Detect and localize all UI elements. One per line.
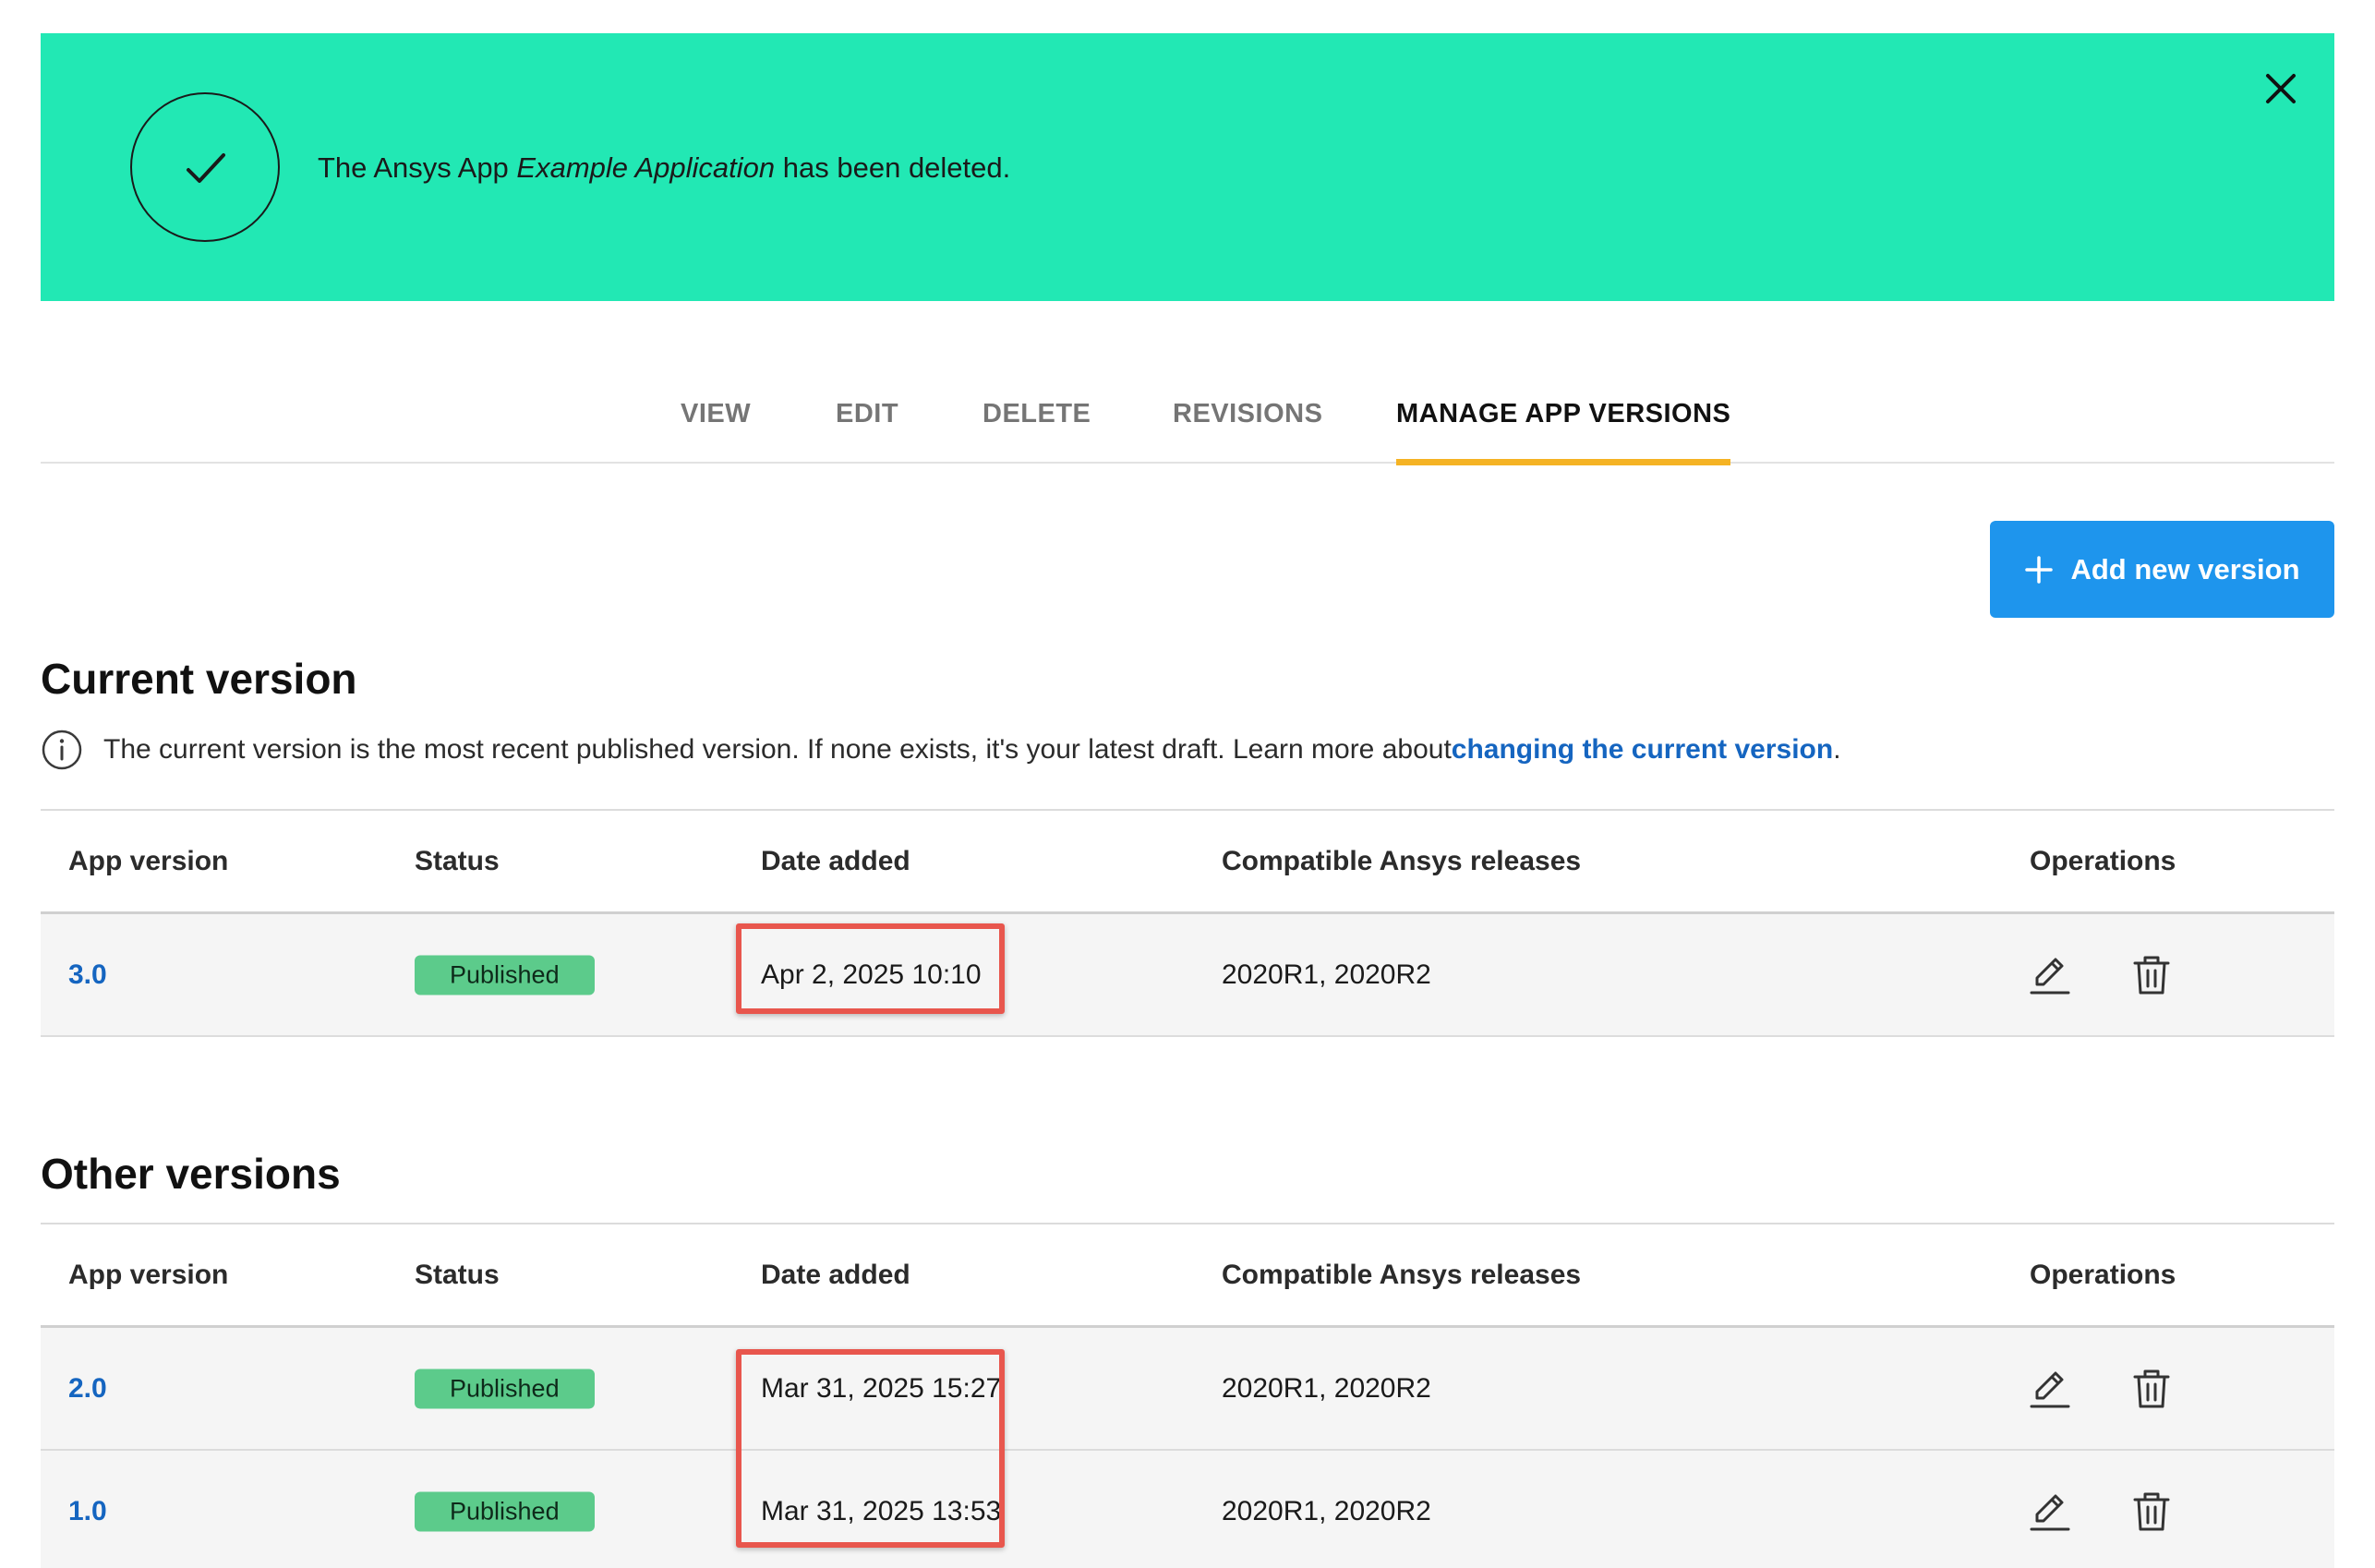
banner-message: The Ansys App Example Application has be… [318,151,1010,185]
success-banner: The Ansys App Example Application has be… [41,33,2334,301]
add-new-version-label: Add new version [2070,552,2300,585]
version-link[interactable]: 1.0 [68,1496,107,1527]
other-versions-table: App version Status Date added Compatible… [41,1223,2334,1568]
add-new-version-button[interactable]: Add new version [1990,521,2334,618]
current-version-table: App version Status Date added Compatible… [41,809,2334,1037]
tab-delete[interactable]: DELETE [983,399,1091,462]
trash-icon[interactable] [2129,1490,2174,1534]
compatible-releases-cell: 2020R1, 2020R2 [1222,1372,1431,1404]
tab-view[interactable]: VIEW [681,399,751,462]
current-version-title: Current version [41,655,357,703]
edit-pencil-icon[interactable] [2028,1490,2072,1534]
date-highlight-box [736,923,1005,1014]
col-operations: Operations [2030,1260,2176,1290]
banner-message-app: Example Application [516,151,776,184]
col-compatible-releases: Compatible Ansys releases [1222,846,1582,876]
col-status: Status [415,1260,500,1290]
col-app-version: App version [68,1260,229,1290]
compatible-releases-cell: 2020R1, 2020R2 [1222,959,1431,990]
table-row: 1.0 Published Mar 31, 2025 13:53 2020R1,… [41,1451,2334,1568]
col-compatible-releases: Compatible Ansys releases [1222,1260,1582,1290]
trash-icon[interactable] [2129,953,2174,997]
page: The Ansys App Example Application has be… [0,0,2375,1568]
col-date-added: Date added [761,1260,910,1290]
col-operations: Operations [2030,846,2176,876]
table-row: 2.0 Published Mar 31, 2025 15:27 2020R1,… [41,1328,2334,1451]
col-status: Status [415,846,500,876]
col-app-version: App version [68,846,229,876]
version-link[interactable]: 2.0 [68,1373,107,1405]
edit-pencil-icon[interactable] [2028,953,2072,997]
check-circle-icon [130,92,280,242]
status-cell: Published [415,955,595,995]
status-badge: Published [415,1369,595,1408]
info-text-end: . [1833,734,1841,765]
tab-bar: VIEW EDIT DELETE REVISIONS MANAGE APP VE… [41,388,2334,465]
tab-manage-app-versions[interactable]: MANAGE APP VERSIONS [1396,399,1731,465]
close-icon[interactable] [2262,70,2299,107]
current-version-info: The current version is the most recent p… [41,730,1841,770]
table-header: App version Status Date added Compatible… [41,809,2334,914]
col-date-added: Date added [761,846,910,876]
version-link[interactable]: 3.0 [68,959,107,991]
compatible-releases-cell: 2020R1, 2020R2 [1222,1495,1431,1526]
status-cell: Published [415,1369,595,1408]
date-highlight-box [736,1349,1005,1548]
table-row: 3.0 Published Apr 2, 2025 10:10 2020R1, … [41,914,2334,1037]
status-cell: Published [415,1491,595,1531]
status-badge: Published [415,1491,595,1531]
edit-pencil-icon[interactable] [2028,1367,2072,1411]
banner-message-prefix: The Ansys App [318,151,517,184]
banner-message-suffix: has been deleted. [775,151,1011,184]
other-versions-title: Other versions [41,1150,341,1198]
info-icon [42,730,82,770]
info-text: The current version is the most recent p… [103,734,1452,765]
status-badge: Published [415,955,595,995]
changing-current-version-link[interactable]: changing the current version [1452,734,1833,766]
tab-edit[interactable]: EDIT [836,399,898,462]
plus-icon [2025,555,2054,584]
tab-revisions[interactable]: REVISIONS [1173,399,1322,462]
table-header: App version Status Date added Compatible… [41,1223,2334,1328]
trash-icon[interactable] [2129,1367,2174,1411]
